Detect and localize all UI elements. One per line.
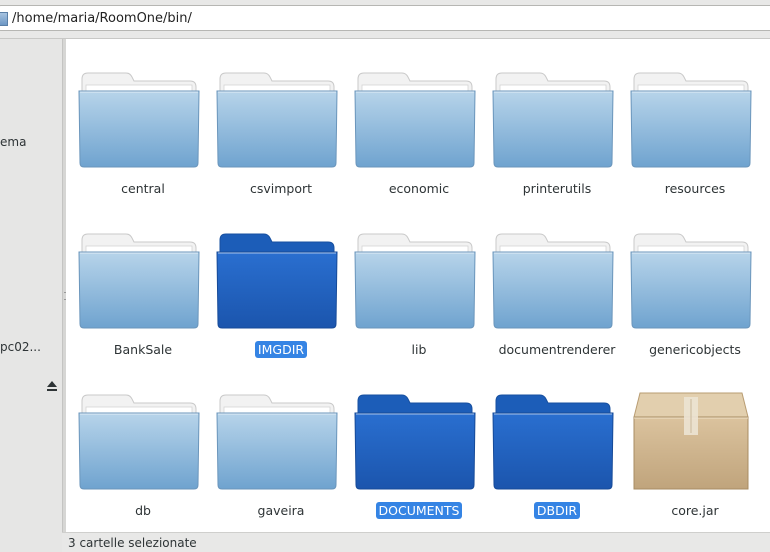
status-bar: 3 cartelle selezionate <box>62 532 770 552</box>
folder-item[interactable]: gaveira <box>208 361 338 518</box>
item-label: DBDIR <box>484 502 630 519</box>
folder-item[interactable]: IMGDIR <box>208 200 338 358</box>
folder-icon <box>216 69 338 169</box>
item-label-text: DBDIR <box>533 502 581 519</box>
item-label-text: db <box>135 503 151 518</box>
item-label: csvimport <box>208 181 354 196</box>
item-label: lib <box>346 342 492 357</box>
item-label-text: central <box>121 181 165 196</box>
item-label-text: economic <box>388 181 450 196</box>
folder-item[interactable]: DBDIR <box>484 361 614 519</box>
item-label-text: core.jar <box>671 503 719 518</box>
folder-item[interactable]: DOCUMENTS <box>346 361 476 519</box>
item-label: gaveira <box>208 503 354 518</box>
folder-item[interactable]: documentrenderer <box>484 200 615 357</box>
item-label-text: documentrenderer <box>498 342 616 357</box>
location-entry[interactable]: /home/maria/RoomOne/bin/ <box>0 5 770 31</box>
folder-icon <box>78 230 200 330</box>
folder-icon <box>78 391 200 491</box>
folder-item[interactable]: resources <box>622 39 752 196</box>
item-label: central <box>70 181 216 196</box>
item-label-text: gaveira <box>257 503 305 518</box>
folder-item[interactable]: economic <box>346 39 476 196</box>
eject-icon[interactable] <box>46 380 58 392</box>
item-label: documentrenderer <box>484 342 630 357</box>
package-icon <box>630 391 752 491</box>
item-label-text: IMGDIR <box>254 341 308 358</box>
folder-icon <box>0 12 8 26</box>
item-label-text: csvimport <box>249 181 313 196</box>
folder-icon <box>492 69 614 169</box>
folder-icon <box>354 69 476 169</box>
folder-icon <box>492 230 614 330</box>
item-label: genericobjects <box>622 342 768 357</box>
folder-item[interactable]: lib <box>346 200 476 357</box>
folder-icon <box>216 230 338 330</box>
location-path: /home/maria/RoomOne/bin/ <box>12 11 192 26</box>
location-toolbar: /home/maria/RoomOne/bin/ <box>0 0 770 39</box>
folder-item[interactable]: db <box>70 361 200 518</box>
item-label-text: lib <box>411 342 427 357</box>
item-label: core.jar <box>622 503 768 518</box>
item-label: BankSale <box>70 342 216 357</box>
folder-icon <box>354 391 476 491</box>
folder-icon <box>630 69 752 169</box>
folder-item[interactable]: central <box>70 39 200 196</box>
item-label-text: printerutils <box>522 181 592 196</box>
folder-item[interactable]: BankSale <box>70 200 200 357</box>
sidebar-item-system[interactable]: ema <box>0 135 26 149</box>
file-view[interactable]: central csvimport economic printerutils reso… <box>66 39 770 532</box>
sidebar: ema pc02... <box>0 39 62 552</box>
item-label-text: BankSale <box>113 342 173 357</box>
folder-icon <box>492 391 614 491</box>
sidebar-item-device[interactable]: pc02... <box>0 340 41 354</box>
item-label-text: resources <box>664 181 726 196</box>
item-label: economic <box>346 181 492 196</box>
item-label: DOCUMENTS <box>346 502 492 519</box>
item-label: IMGDIR <box>208 341 354 358</box>
folder-item[interactable]: csvimport <box>208 39 338 196</box>
folder-item[interactable]: printerutils <box>484 39 614 196</box>
item-label-text: DOCUMENTS <box>375 502 463 519</box>
item-label: db <box>70 503 216 518</box>
item-label: resources <box>622 181 768 196</box>
item-label: printerutils <box>484 181 630 196</box>
folder-icon <box>78 69 200 169</box>
status-text: 3 cartelle selezionate <box>68 536 197 550</box>
folder-icon <box>630 230 752 330</box>
folder-icon <box>216 391 338 491</box>
folder-item[interactable]: genericobjects <box>622 200 752 357</box>
file-item[interactable]: core.jar <box>622 361 752 518</box>
folder-icon <box>354 230 476 330</box>
item-label-text: genericobjects <box>649 342 741 357</box>
